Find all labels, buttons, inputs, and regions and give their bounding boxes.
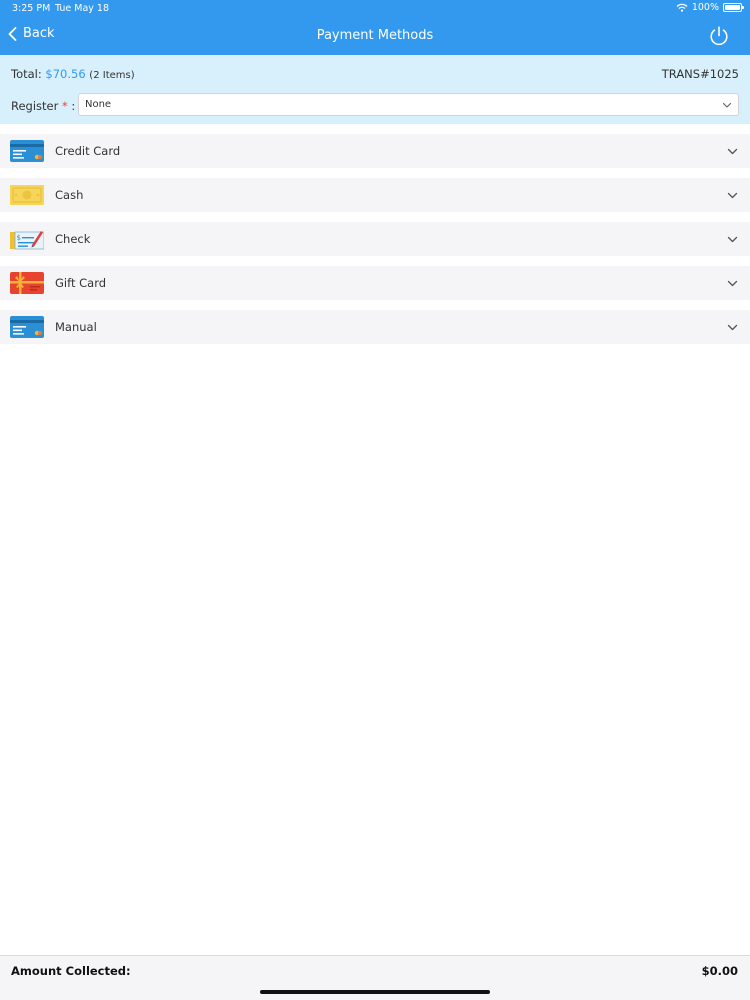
chevron-down-icon <box>727 192 738 199</box>
total-label: Total: <box>11 67 42 81</box>
payment-method-gift-card[interactable]: Gift Card <box>0 266 750 300</box>
register-colon: : <box>71 99 76 113</box>
method-label: Manual <box>55 320 97 334</box>
check-icon: $ <box>10 231 44 250</box>
transaction-id: TRANS#1025 <box>661 67 739 81</box>
payment-methods-screen: 3:25 PM Tue May 18 100% Back Payment Met… <box>0 0 750 1000</box>
status-bar: 3:25 PM Tue May 18 100% <box>0 0 750 18</box>
payment-method-manual[interactable]: Manual <box>0 310 750 344</box>
amount-collected-value: $0.00 <box>701 964 738 978</box>
svg-text:$: $ <box>17 234 21 242</box>
cash-icon <box>10 185 44 205</box>
register-selected-value: None <box>85 99 112 110</box>
status-date: Tue May 18 <box>55 3 109 14</box>
payment-method-check[interactable]: $ Check <box>0 222 750 256</box>
manual-card-icon <box>10 316 44 338</box>
chevron-down-icon <box>727 280 738 287</box>
chevron-down-icon <box>727 148 738 155</box>
total-line: Total: $70.56 (2 Items) <box>11 67 135 81</box>
chevron-down-icon <box>727 236 738 243</box>
payment-method-credit-card[interactable]: Credit Card <box>0 134 750 168</box>
register-select[interactable]: None <box>78 93 739 116</box>
top-bar: 3:25 PM Tue May 18 100% Back Payment Met… <box>0 0 750 55</box>
payment-method-list: Credit Card Cash $ Check Gift Card Manua… <box>0 134 750 354</box>
payment-method-cash[interactable]: Cash <box>0 178 750 212</box>
amount-collected-label: Amount Collected: <box>11 964 131 978</box>
method-label: Check <box>55 232 91 246</box>
items-count: (2 Items) <box>89 70 135 81</box>
battery-icon <box>723 3 744 12</box>
wifi-icon <box>676 3 688 12</box>
battery-fill <box>725 5 740 10</box>
status-time: 3:25 PM <box>12 3 51 14</box>
chevron-down-icon <box>727 324 738 331</box>
amount-collected-footer: Amount Collected: $0.00 <box>0 955 750 1000</box>
chevron-down-icon <box>722 102 732 108</box>
navigation-bar: Back Payment Methods <box>0 18 750 55</box>
gift-card-icon <box>10 272 44 294</box>
battery-percent: 100% <box>691 2 719 13</box>
method-label: Gift Card <box>55 276 107 290</box>
credit-card-icon <box>10 140 44 162</box>
home-indicator[interactable] <box>260 990 490 994</box>
total-amount: $70.56 <box>45 67 86 81</box>
register-label-group: Register * : <box>11 99 75 113</box>
method-label: Cash <box>55 188 84 202</box>
status-indicators: 100% <box>676 2 744 13</box>
page-title: Payment Methods <box>316 28 434 43</box>
required-mark: * <box>62 99 68 113</box>
transaction-summary: Total: $70.56 (2 Items) TRANS#1025 Regis… <box>0 55 750 124</box>
register-label: Register <box>11 99 59 113</box>
method-label: Credit Card <box>55 144 121 158</box>
power-icon[interactable] <box>708 25 730 47</box>
